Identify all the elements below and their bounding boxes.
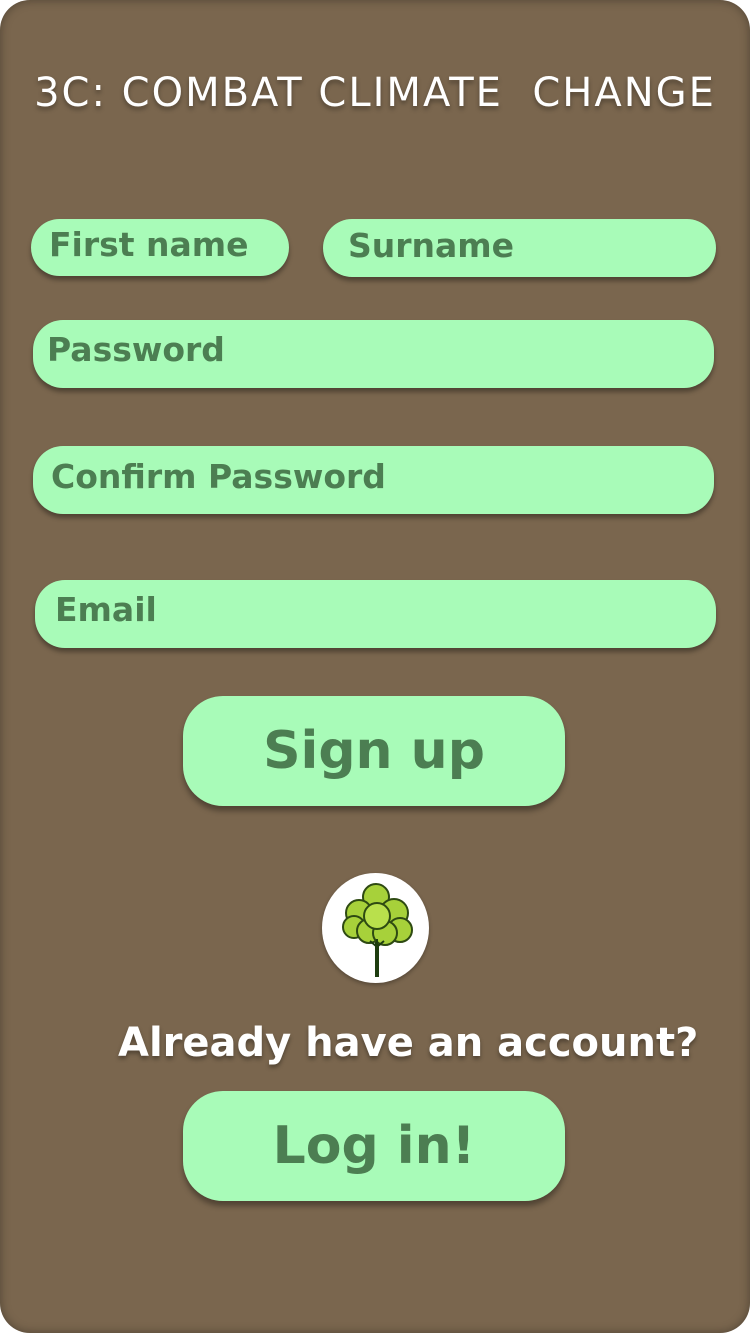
log-in-button[interactable]: Log in! bbox=[183, 1091, 565, 1201]
surname-field[interactable] bbox=[323, 219, 716, 277]
confirm-password-field[interactable] bbox=[33, 446, 714, 514]
sign-up-button[interactable]: Sign up bbox=[183, 696, 565, 806]
login-prompt: Already have an account? bbox=[118, 1020, 699, 1066]
first-name-field[interactable] bbox=[31, 219, 289, 276]
signup-screen: 3C: COMBAT CLIMATE CHANGE Sign up Alread… bbox=[0, 0, 750, 1333]
app-title: 3C: COMBAT CLIMATE CHANGE bbox=[34, 70, 716, 116]
email-field[interactable] bbox=[35, 580, 716, 648]
password-field[interactable] bbox=[33, 320, 714, 388]
tree-icon bbox=[342, 883, 413, 977]
tree-logo bbox=[322, 873, 429, 983]
